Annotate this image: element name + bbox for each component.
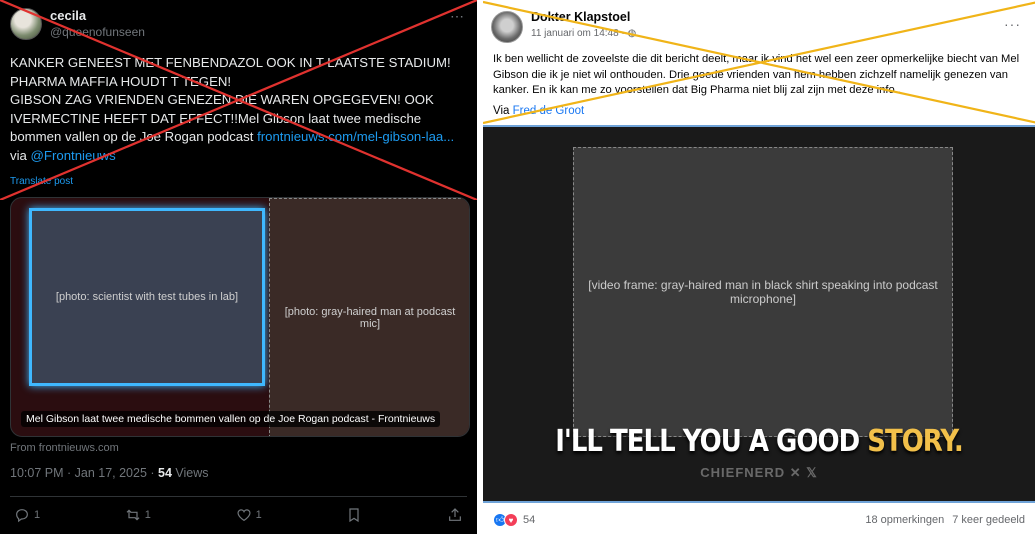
shares-count[interactable]: 7 keer gedeeld xyxy=(952,514,1025,526)
action-bar: 1 1 1 xyxy=(14,505,463,525)
video-subtitle: I'LL TELL YOU A GOOD STORY. xyxy=(483,425,1035,460)
user-name[interactable]: cecila xyxy=(50,8,145,24)
video-watermark: CHIEFNERD ✕ 𝕏 xyxy=(700,465,818,480)
heart-icon xyxy=(237,509,251,522)
like-button[interactable]: 1 xyxy=(236,507,262,523)
subtitle-white: I'LL TELL YOU A GOOD xyxy=(555,424,868,460)
post-meta: 10:07 PM · Jan 17, 2025 · 54 Views xyxy=(10,466,209,480)
translate-post-link[interactable]: Translate post xyxy=(10,176,73,187)
more-options-icon[interactable]: ⋯ xyxy=(450,8,465,25)
link-card[interactable]: [photo: scientist with test tubes in lab… xyxy=(10,197,470,437)
card-caption: Mel Gibson laat twee medische bommen val… xyxy=(21,411,441,427)
post-link[interactable]: frontnieuws.com/mel-gibson-laa... xyxy=(257,129,454,144)
post-via: via xyxy=(10,147,31,163)
avatar[interactable] xyxy=(10,8,42,40)
repost-icon xyxy=(126,509,140,521)
video-frame: [video frame: gray-haired man in black s… xyxy=(573,147,953,437)
via-link[interactable]: Fred de Groot xyxy=(513,105,585,117)
post-date[interactable]: 11 januari om 14:48 · ◍ xyxy=(531,28,636,39)
post-text: KANKER GENEEST MET FENBENDAZOL OOK IN T … xyxy=(10,54,470,166)
bookmark-icon xyxy=(349,508,359,523)
author-name[interactable]: Dokter Klapstoel xyxy=(531,10,630,24)
post-mention[interactable]: @Frontnieuws xyxy=(31,148,116,163)
reply-icon xyxy=(16,509,28,523)
card-image-speaker: [photo: gray-haired man at podcast mic] xyxy=(269,198,469,436)
video-player[interactable]: [video frame: gray-haired man in black s… xyxy=(483,125,1035,503)
post-timestamp[interactable]: 10:07 PM · Jan 17, 2025 · xyxy=(10,466,158,480)
post-header: cecila @queenofunseen xyxy=(10,8,145,40)
bookmark-button[interactable] xyxy=(346,507,362,523)
reply-count: 1 xyxy=(34,509,41,521)
via-prefix: Via xyxy=(493,105,513,117)
post-body: Ik ben wellicht de zoveelste die dit ber… xyxy=(493,53,1020,97)
heart-icon: ♥ xyxy=(504,513,518,527)
like-count: 1 xyxy=(255,509,262,521)
divider xyxy=(10,496,467,497)
x-post: cecila @queenofunseen ⋯ KANKER GENEEST M… xyxy=(0,0,477,534)
more-options-icon[interactable]: ··· xyxy=(1004,16,1021,32)
repost-button[interactable]: 1 xyxy=(125,507,151,523)
reaction-bar: 👍︎ ♥ 54 18 opmerkingen 7 keer gedeeld xyxy=(493,511,1025,529)
share-button[interactable] xyxy=(447,507,463,523)
via-line: Via Fred de Groot xyxy=(493,105,584,117)
facebook-post: Dokter Klapstoel 11 januari om 14:48 · ◍… xyxy=(480,0,1035,534)
reactions-count: 54 xyxy=(523,514,536,526)
comments-count[interactable]: 18 opmerkingen xyxy=(865,514,944,526)
reactions[interactable]: 👍︎ ♥ 54 xyxy=(493,513,535,527)
card-source: From frontnieuws.com xyxy=(10,442,119,454)
views-label: Views xyxy=(171,466,209,480)
subtitle-highlight: STORY. xyxy=(867,424,964,460)
repost-count: 1 xyxy=(144,509,151,521)
card-image-scientist: [photo: scientist with test tubes in lab… xyxy=(29,208,265,386)
user-handle[interactable]: @queenofunseen xyxy=(50,24,145,40)
reply-button[interactable]: 1 xyxy=(14,507,40,523)
views-count: 54 xyxy=(158,466,172,480)
share-icon xyxy=(449,508,461,521)
post-date-text: 11 januari om 14:48 · xyxy=(531,28,628,39)
avatar[interactable] xyxy=(491,11,523,43)
globe-icon: ◍ xyxy=(627,28,637,39)
